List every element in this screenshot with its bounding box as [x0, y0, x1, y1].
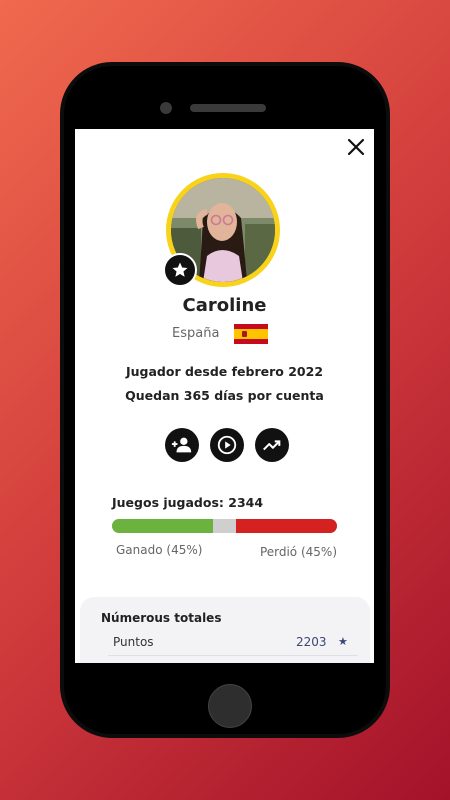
- won-bar-segment: [112, 519, 214, 533]
- earpiece-speaker: [190, 104, 266, 112]
- points-label: Puntos: [113, 635, 154, 649]
- home-button[interactable]: [208, 684, 252, 728]
- action-buttons: [165, 428, 289, 462]
- draw-bar-segment: [213, 519, 236, 533]
- games-played-label: Juegos jugados: 2344: [112, 495, 264, 510]
- front-camera: [160, 102, 172, 114]
- days-remaining: Quedan 365 días por cuenta: [125, 388, 324, 403]
- add-friend-button[interactable]: [165, 428, 199, 462]
- player-name: Caroline: [182, 295, 267, 316]
- member-since: Jugador desde febrero 2022: [125, 364, 324, 379]
- points-value: 2203: [296, 635, 327, 649]
- country-label: España: [172, 326, 220, 341]
- star-icon: ★: [338, 635, 348, 648]
- favorite-star-badge: [163, 253, 197, 287]
- row-divider: [108, 655, 358, 656]
- stats-trend-button[interactable]: [255, 428, 289, 462]
- spain-flag-icon: [234, 324, 268, 344]
- play-icon: [217, 435, 237, 455]
- add-friend-icon: [171, 437, 192, 453]
- close-icon[interactable]: [346, 137, 366, 157]
- totals-card: Númerous totales Puntos 2203 ★: [80, 597, 370, 663]
- trending-up-icon: [263, 440, 281, 451]
- win-loss-bar: [112, 519, 337, 533]
- avatar-container: [163, 173, 280, 287]
- won-label: Ganado (45%): [116, 543, 203, 557]
- lost-label: Perdió (45%): [259, 545, 337, 559]
- totals-title: Númerous totales: [101, 611, 222, 625]
- star-icon: [172, 262, 188, 277]
- profile-screen: Caroline España Jugador desde febrero 20…: [75, 129, 374, 663]
- play-button[interactable]: [210, 428, 244, 462]
- lost-bar-segment: [235, 519, 337, 533]
